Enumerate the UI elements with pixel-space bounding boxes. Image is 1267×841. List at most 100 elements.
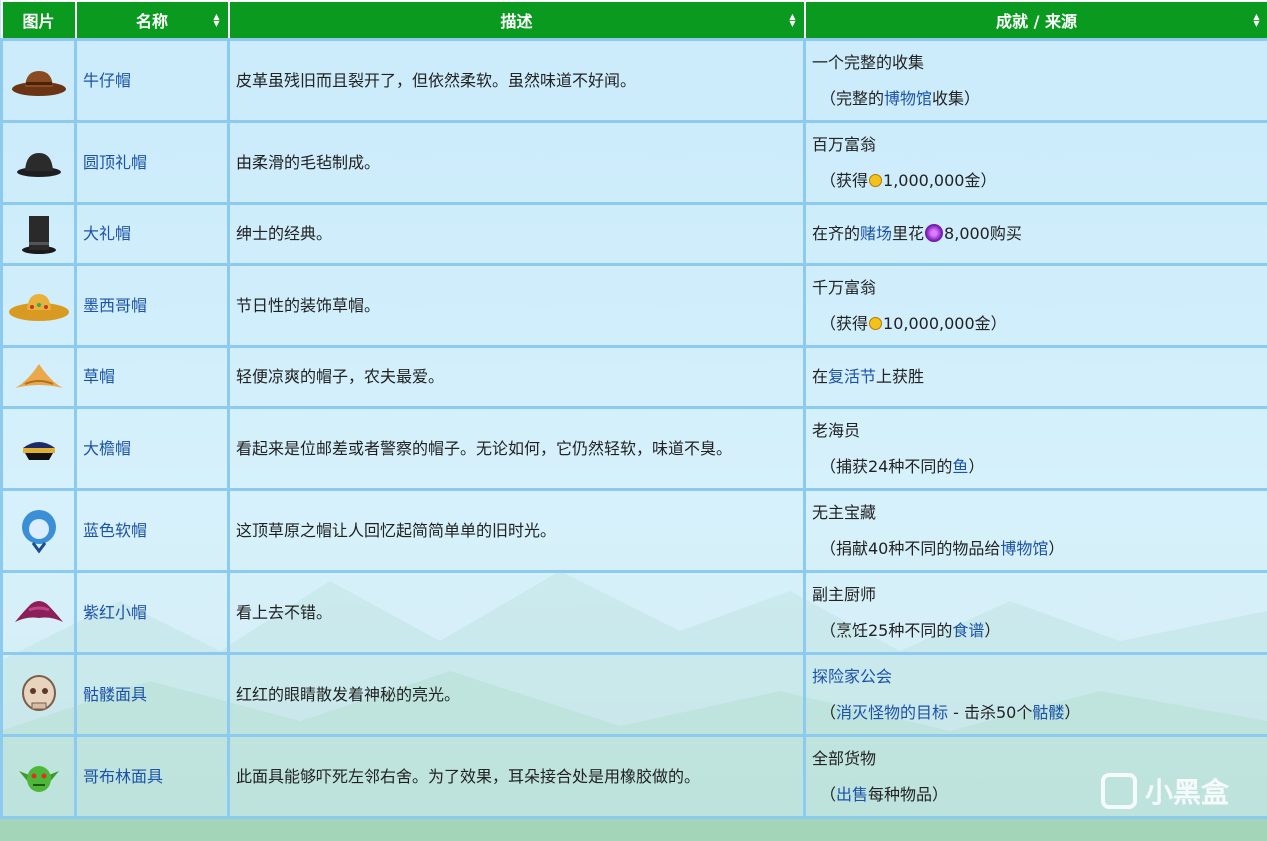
name-cell[interactable]: 草帽 — [74, 345, 230, 409]
name-cell[interactable]: 大礼帽 — [74, 202, 230, 266]
cowboy-hat-icon — [11, 70, 66, 96]
picture-cell — [0, 406, 77, 491]
source-cell: 在复活节上获胜 — [803, 345, 1267, 409]
source-detail: （获得 10,000,000金） — [820, 313, 1007, 333]
description-cell: 看起来是位邮差或者警察的帽子。无论如何，它仍然轻软，味道不臭。 — [227, 406, 806, 491]
header-row: 图片 名称 ▲ ▼ 描述 ▲ ▼ 成就 / 来源 ▲ ▼ — [0, 0, 1267, 41]
sort-icon[interactable]: ▲ ▼ — [213, 13, 219, 28]
table-row: 圆顶礼帽 由柔滑的毛毡制成。 百万富翁 （获得 1,000,000金） — [0, 120, 1267, 205]
source-cell: 无主宝藏 （捐献40种不同的物品给博物馆） — [803, 488, 1267, 573]
name-cell[interactable]: 墨西哥帽 — [74, 263, 230, 348]
table-row: 大礼帽 绅士的经典。 在齐的赌场里花 8,000购买 — [0, 202, 1267, 266]
table-row: 紫红小帽 看上去不错。 副主厨师 （烹饪25种不同的食谱） — [0, 570, 1267, 655]
watermark: 小黑盒 — [1100, 771, 1229, 811]
picture-cell — [0, 652, 77, 737]
table-row: 牛仔帽 皮革虽残旧而且裂开了，但依然柔软。虽然味道不好闻。 一个完整的收集 （完… — [0, 38, 1267, 123]
heybox-logo-icon — [1100, 773, 1137, 809]
header-picture: 图片 — [0, 0, 77, 41]
top-hat-icon — [21, 216, 56, 254]
picture-cell — [0, 202, 77, 266]
description-cell: 由柔滑的毛毡制成。 — [227, 120, 806, 205]
picture-cell — [0, 263, 77, 348]
name-cell[interactable]: 哥布林面具 — [74, 734, 230, 819]
recipe-link[interactable]: 食谱 — [952, 621, 984, 640]
hat-name-link[interactable]: 紫红小帽 — [83, 603, 147, 622]
source-title: 全部货物 — [812, 748, 877, 768]
museum-link[interactable]: 博物馆 — [1000, 539, 1048, 558]
gold-coin-icon — [869, 316, 883, 330]
source-detail: （消灭怪物的目标 - 击杀50个骷髅） — [820, 702, 1081, 722]
table-row: 蓝色软帽 这顶草原之帽让人回忆起简简单单的旧时光。 无主宝藏 （捐献40种不同的… — [0, 488, 1267, 573]
monster-goals-link[interactable]: 消灭怪物的目标 — [836, 703, 948, 722]
description-cell: 节日性的装饰草帽。 — [227, 263, 806, 348]
description-cell: 红红的眼睛散发着神秘的亮光。 — [227, 652, 806, 737]
source-title: 百万富翁 — [812, 134, 877, 154]
gold-coin-icon — [869, 173, 883, 187]
source-detail: （完整的博物馆收集） — [820, 88, 981, 108]
name-cell[interactable]: 牛仔帽 — [74, 38, 230, 123]
name-cell[interactable]: 骷髅面具 — [74, 652, 230, 737]
hat-name-link[interactable]: 蓝色软帽 — [83, 521, 147, 540]
skeleton-link[interactable]: 骷髅 — [1032, 703, 1064, 722]
official-cap-icon — [22, 441, 55, 460]
description-cell: 此面具能够吓死左邻右舍。为了效果，耳朵接合处是用橡胶做的。 — [227, 734, 806, 819]
description-cell: 看上去不错。 — [227, 570, 806, 655]
name-cell[interactable]: 紫红小帽 — [74, 570, 230, 655]
description-cell: 绅士的经典。 — [227, 202, 806, 266]
source-cell: 百万富翁 （获得 1,000,000金） — [803, 120, 1267, 205]
hat-name-link[interactable]: 圆顶礼帽 — [83, 153, 147, 172]
header-name[interactable]: 名称 ▲ ▼ — [74, 0, 230, 41]
bowler-hat-icon — [16, 152, 61, 177]
name-cell[interactable]: 大檐帽 — [74, 406, 230, 491]
name-cell[interactable]: 蓝色软帽 — [74, 488, 230, 573]
source-detail: （烹饪25种不同的食谱） — [820, 620, 1001, 640]
table-row: 骷髅面具 红红的眼睛散发着神秘的亮光。 探险家公会 （消灭怪物的目标 - 击杀5… — [0, 652, 1267, 737]
source-cell: 在齐的赌场里花 8,000购买 — [803, 202, 1267, 266]
source-title: 副主厨师 — [812, 584, 877, 604]
source-title: 千万富翁 — [812, 277, 877, 297]
blue-bonnet-icon — [21, 509, 56, 553]
hat-name-link[interactable]: 草帽 — [83, 367, 115, 386]
header-source[interactable]: 成就 / 来源 ▲ ▼ — [803, 0, 1267, 41]
egg-festival-link[interactable]: 复活节 — [828, 367, 876, 386]
hat-name-link[interactable]: 墨西哥帽 — [83, 296, 147, 315]
description-cell: 这顶草原之帽让人回忆起简简单单的旧时光。 — [227, 488, 806, 573]
picture-cell — [0, 570, 77, 655]
sombrero-icon — [8, 293, 69, 321]
source-title: 老海员 — [812, 420, 861, 440]
hat-name-link[interactable]: 大檐帽 — [83, 439, 131, 458]
hat-name-link[interactable]: 牛仔帽 — [83, 71, 131, 90]
museum-link[interactable]: 博物馆 — [884, 89, 932, 108]
picture-cell — [0, 734, 77, 819]
source-cell: 千万富翁 （获得 10,000,000金） — [803, 263, 1267, 348]
source-cell: 老海员 （捕获24种不同的鱼） — [803, 406, 1267, 491]
source-cell: 一个完整的收集 （完整的博物馆收集） — [803, 38, 1267, 123]
sort-icon[interactable]: ▲ ▼ — [789, 13, 795, 28]
name-cell[interactable]: 圆顶礼帽 — [74, 120, 230, 205]
picture-cell — [0, 120, 77, 205]
source-title: 一个完整的收集 — [812, 52, 925, 72]
header-description[interactable]: 描述 ▲ ▼ — [227, 0, 806, 41]
shipping-link[interactable]: 出售 — [836, 785, 868, 804]
fish-link[interactable]: 鱼 — [952, 457, 968, 476]
source-detail: （捕获24种不同的鱼） — [820, 456, 985, 476]
goblin-mask-icon — [18, 765, 59, 792]
source-detail: （捐献40种不同的物品给博物馆） — [820, 538, 1065, 558]
casino-link[interactable]: 赌场 — [860, 224, 892, 243]
source-title: 无主宝藏 — [812, 502, 877, 522]
source-cell: 探险家公会 （消灭怪物的目标 - 击杀50个骷髅） — [803, 652, 1267, 737]
adventurers-guild-link[interactable]: 探险家公会 — [812, 664, 1261, 690]
plum-chapeau-icon — [14, 600, 63, 622]
hats-table: 图片 名称 ▲ ▼ 描述 ▲ ▼ 成就 / 来源 ▲ ▼ 牛仔帽 皮革虽残旧而且裂开了，但依… — [0, 0, 1267, 819]
skeleton-mask-icon — [21, 674, 56, 711]
source-cell: 副主厨师 （烹饪25种不同的食谱） — [803, 570, 1267, 655]
hat-name-link[interactable]: 骷髅面具 — [83, 685, 147, 704]
sort-icon[interactable]: ▲ ▼ — [1253, 13, 1259, 28]
picture-cell — [0, 38, 77, 123]
description-cell: 轻便凉爽的帽子，农夫最爱。 — [227, 345, 806, 409]
straw-hat-icon — [14, 364, 63, 388]
picture-cell — [0, 488, 77, 573]
hat-name-link[interactable]: 大礼帽 — [83, 224, 131, 243]
table-row: 大檐帽 看起来是位邮差或者警察的帽子。无论如何，它仍然轻软，味道不臭。 老海员 … — [0, 406, 1267, 491]
hat-name-link[interactable]: 哥布林面具 — [83, 767, 163, 786]
